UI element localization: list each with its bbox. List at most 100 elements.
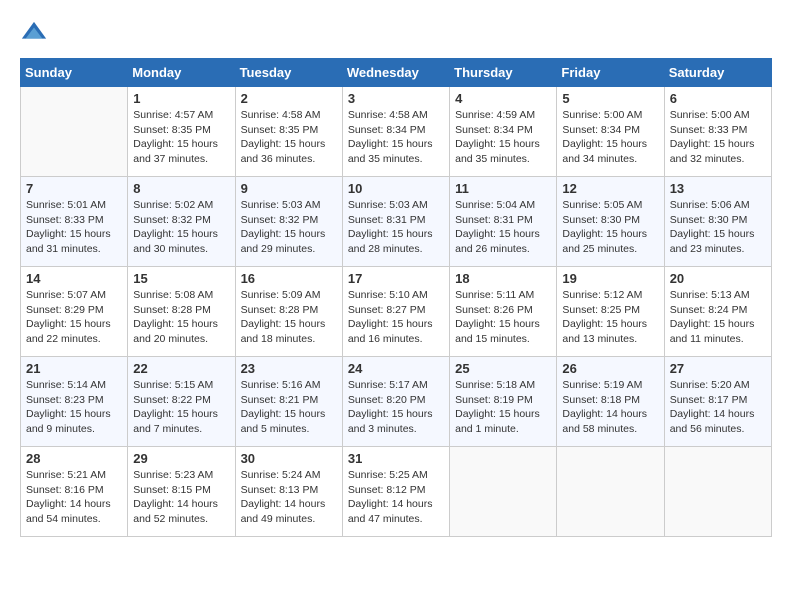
logo-icon bbox=[20, 20, 48, 48]
cell-content: Sunrise: 5:21 AM Sunset: 8:16 PM Dayligh… bbox=[26, 468, 122, 527]
cell-content: Sunrise: 5:00 AM Sunset: 8:33 PM Dayligh… bbox=[670, 108, 766, 167]
page-header bbox=[20, 20, 772, 48]
calendar-cell: 11 Sunrise: 5:04 AM Sunset: 8:31 PM Dayli… bbox=[450, 177, 557, 267]
calendar-cell: 19Sunrise: 5:12 AM Sunset: 8:25 PM Dayli… bbox=[557, 267, 664, 357]
calendar-cell: 23Sunrise: 5:16 AM Sunset: 8:21 PM Dayli… bbox=[235, 357, 342, 447]
calendar-cell: 31 Sunrise: 5:25 AM Sunset: 8:12 PM Dayli… bbox=[342, 447, 449, 537]
calendar-cell bbox=[21, 87, 128, 177]
day-number: 9 bbox=[241, 181, 337, 196]
cell-content: Sunrise: 5:01 AM Sunset: 8:33 PM Dayligh… bbox=[26, 198, 122, 257]
cell-content: Sunrise: 4:58 AM Sunset: 8:35 PM Dayligh… bbox=[241, 108, 337, 167]
calendar-cell: 12Sunrise: 5:05 AM Sunset: 8:30 PM Dayli… bbox=[557, 177, 664, 267]
cell-content: Sunrise: 5:13 AM Sunset: 8:24 PM Dayligh… bbox=[670, 288, 766, 347]
day-number: 25 bbox=[455, 361, 551, 376]
calendar-cell: 26 Sunrise: 5:19 AM Sunset: 8:18 PM Dayli… bbox=[557, 357, 664, 447]
calendar-cell: 4 Sunrise: 4:59 AM Sunset: 8:34 PM Daylig… bbox=[450, 87, 557, 177]
calendar-cell: 24Sunrise: 5:17 AM Sunset: 8:20 PM Dayli… bbox=[342, 357, 449, 447]
calendar-cell: 2 Sunrise: 4:58 AM Sunset: 8:35 PM Daylig… bbox=[235, 87, 342, 177]
calendar-table: SundayMondayTuesdayWednesdayThursdayFrid… bbox=[20, 58, 772, 537]
day-number: 2 bbox=[241, 91, 337, 106]
day-number: 16 bbox=[241, 271, 337, 286]
cell-content: Sunrise: 5:17 AM Sunset: 8:20 PM Dayligh… bbox=[348, 378, 444, 437]
calendar-cell: 15 Sunrise: 5:08 AM Sunset: 8:28 PM Dayli… bbox=[128, 267, 235, 357]
calendar-cell: 18Sunrise: 5:11 AM Sunset: 8:26 PM Dayli… bbox=[450, 267, 557, 357]
cell-content: Sunrise: 5:09 AM Sunset: 8:28 PM Dayligh… bbox=[241, 288, 337, 347]
day-header-friday: Friday bbox=[557, 59, 664, 87]
day-number: 29 bbox=[133, 451, 229, 466]
cell-content: Sunrise: 4:57 AM Sunset: 8:35 PM Dayligh… bbox=[133, 108, 229, 167]
calendar-cell: 5 Sunrise: 5:00 AM Sunset: 8:34 PM Daylig… bbox=[557, 87, 664, 177]
calendar-cell: 22 Sunrise: 5:15 AM Sunset: 8:22 PM Dayli… bbox=[128, 357, 235, 447]
cell-content: Sunrise: 5:24 AM Sunset: 8:13 PM Dayligh… bbox=[241, 468, 337, 527]
day-number: 7 bbox=[26, 181, 122, 196]
calendar-cell: 14 Sunrise: 5:07 AM Sunset: 8:29 PM Dayli… bbox=[21, 267, 128, 357]
cell-content: Sunrise: 4:58 AM Sunset: 8:34 PM Dayligh… bbox=[348, 108, 444, 167]
calendar-cell: 29 Sunrise: 5:23 AM Sunset: 8:15 PM Dayli… bbox=[128, 447, 235, 537]
day-header-saturday: Saturday bbox=[664, 59, 771, 87]
calendar-cell: 10Sunrise: 5:03 AM Sunset: 8:31 PM Dayli… bbox=[342, 177, 449, 267]
cell-content: Sunrise: 5:19 AM Sunset: 8:18 PM Dayligh… bbox=[562, 378, 658, 437]
day-header-sunday: Sunday bbox=[21, 59, 128, 87]
day-number: 26 bbox=[562, 361, 658, 376]
cell-content: Sunrise: 5:03 AM Sunset: 8:31 PM Dayligh… bbox=[348, 198, 444, 257]
calendar-cell: 16 Sunrise: 5:09 AM Sunset: 8:28 PM Dayli… bbox=[235, 267, 342, 357]
day-number: 4 bbox=[455, 91, 551, 106]
calendar-cell: 21Sunrise: 5:14 AM Sunset: 8:23 PM Dayli… bbox=[21, 357, 128, 447]
calendar-cell: 1 Sunrise: 4:57 AM Sunset: 8:35 PM Daylig… bbox=[128, 87, 235, 177]
calendar-cell: 3 Sunrise: 4:58 AM Sunset: 8:34 PM Daylig… bbox=[342, 87, 449, 177]
day-number: 17 bbox=[348, 271, 444, 286]
header-row: SundayMondayTuesdayWednesdayThursdayFrid… bbox=[21, 59, 772, 87]
day-header-monday: Monday bbox=[128, 59, 235, 87]
calendar-cell: 28 Sunrise: 5:21 AM Sunset: 8:16 PM Dayli… bbox=[21, 447, 128, 537]
cell-content: Sunrise: 5:03 AM Sunset: 8:32 PM Dayligh… bbox=[241, 198, 337, 257]
calendar-cell: 27 Sunrise: 5:20 AM Sunset: 8:17 PM Dayli… bbox=[664, 357, 771, 447]
calendar-cell: 13Sunrise: 5:06 AM Sunset: 8:30 PM Dayli… bbox=[664, 177, 771, 267]
cell-content: Sunrise: 5:10 AM Sunset: 8:27 PM Dayligh… bbox=[348, 288, 444, 347]
calendar-cell: 25Sunrise: 5:18 AM Sunset: 8:19 PM Dayli… bbox=[450, 357, 557, 447]
cell-content: Sunrise: 5:12 AM Sunset: 8:25 PM Dayligh… bbox=[562, 288, 658, 347]
calendar-cell: 30 Sunrise: 5:24 AM Sunset: 8:13 PM Dayli… bbox=[235, 447, 342, 537]
day-header-thursday: Thursday bbox=[450, 59, 557, 87]
day-number: 14 bbox=[26, 271, 122, 286]
cell-content: Sunrise: 5:23 AM Sunset: 8:15 PM Dayligh… bbox=[133, 468, 229, 527]
day-number: 22 bbox=[133, 361, 229, 376]
day-number: 11 bbox=[455, 181, 551, 196]
day-number: 28 bbox=[26, 451, 122, 466]
cell-content: Sunrise: 5:15 AM Sunset: 8:22 PM Dayligh… bbox=[133, 378, 229, 437]
calendar-cell: 8 Sunrise: 5:02 AM Sunset: 8:32 PM Daylig… bbox=[128, 177, 235, 267]
day-number: 6 bbox=[670, 91, 766, 106]
calendar-cell bbox=[664, 447, 771, 537]
day-number: 30 bbox=[241, 451, 337, 466]
day-number: 1 bbox=[133, 91, 229, 106]
day-number: 5 bbox=[562, 91, 658, 106]
calendar-cell bbox=[450, 447, 557, 537]
cell-content: Sunrise: 4:59 AM Sunset: 8:34 PM Dayligh… bbox=[455, 108, 551, 167]
calendar-cell: 9 Sunrise: 5:03 AM Sunset: 8:32 PM Daylig… bbox=[235, 177, 342, 267]
cell-content: Sunrise: 5:20 AM Sunset: 8:17 PM Dayligh… bbox=[670, 378, 766, 437]
calendar-cell: 17 Sunrise: 5:10 AM Sunset: 8:27 PM Dayli… bbox=[342, 267, 449, 357]
week-row-2: 7 Sunrise: 5:01 AM Sunset: 8:33 PM Daylig… bbox=[21, 177, 772, 267]
day-header-tuesday: Tuesday bbox=[235, 59, 342, 87]
cell-content: Sunrise: 5:04 AM Sunset: 8:31 PM Dayligh… bbox=[455, 198, 551, 257]
cell-content: Sunrise: 5:08 AM Sunset: 8:28 PM Dayligh… bbox=[133, 288, 229, 347]
cell-content: Sunrise: 5:14 AM Sunset: 8:23 PM Dayligh… bbox=[26, 378, 122, 437]
cell-content: Sunrise: 5:05 AM Sunset: 8:30 PM Dayligh… bbox=[562, 198, 658, 257]
day-number: 27 bbox=[670, 361, 766, 376]
day-number: 18 bbox=[455, 271, 551, 286]
day-number: 20 bbox=[670, 271, 766, 286]
calendar-cell: 6 Sunrise: 5:00 AM Sunset: 8:33 PM Daylig… bbox=[664, 87, 771, 177]
week-row-4: 21Sunrise: 5:14 AM Sunset: 8:23 PM Dayli… bbox=[21, 357, 772, 447]
day-number: 15 bbox=[133, 271, 229, 286]
cell-content: Sunrise: 5:02 AM Sunset: 8:32 PM Dayligh… bbox=[133, 198, 229, 257]
cell-content: Sunrise: 5:00 AM Sunset: 8:34 PM Dayligh… bbox=[562, 108, 658, 167]
day-number: 8 bbox=[133, 181, 229, 196]
week-row-3: 14 Sunrise: 5:07 AM Sunset: 8:29 PM Dayli… bbox=[21, 267, 772, 357]
day-number: 23 bbox=[241, 361, 337, 376]
day-header-wednesday: Wednesday bbox=[342, 59, 449, 87]
calendar-cell bbox=[557, 447, 664, 537]
calendar-cell: 7 Sunrise: 5:01 AM Sunset: 8:33 PM Daylig… bbox=[21, 177, 128, 267]
cell-content: Sunrise: 5:25 AM Sunset: 8:12 PM Dayligh… bbox=[348, 468, 444, 527]
cell-content: Sunrise: 5:07 AM Sunset: 8:29 PM Dayligh… bbox=[26, 288, 122, 347]
day-number: 31 bbox=[348, 451, 444, 466]
day-number: 3 bbox=[348, 91, 444, 106]
